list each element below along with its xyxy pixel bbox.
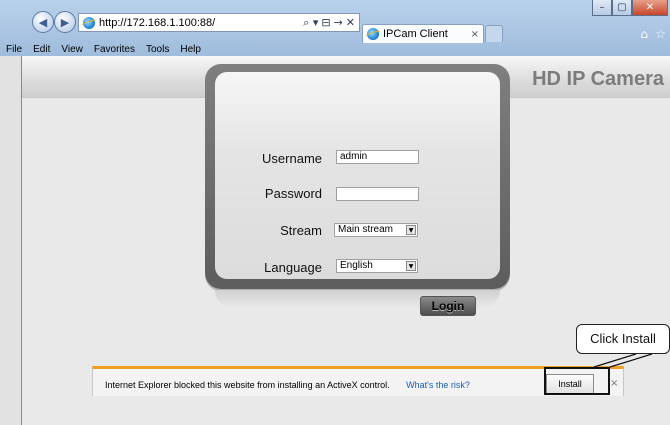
ie-tab-icon bbox=[367, 28, 379, 40]
go-icon[interactable]: → bbox=[334, 16, 343, 30]
minimize-button[interactable]: – bbox=[592, 0, 612, 16]
window-controls: – ▢ ✕ bbox=[592, 0, 668, 20]
language-label: Language bbox=[264, 260, 322, 275]
login-button[interactable]: Login bbox=[420, 296, 476, 316]
arrow-right-icon: ▶ bbox=[60, 15, 70, 29]
menu-edit[interactable]: Edit bbox=[33, 44, 50, 55]
menu-tools[interactable]: Tools bbox=[146, 44, 169, 55]
search-dropdown-icon[interactable]: ⌕ ▾ bbox=[303, 16, 318, 30]
tab-ipcam-client[interactable]: IPCam Client × bbox=[362, 24, 484, 43]
new-tab-button[interactable] bbox=[485, 25, 503, 42]
tab-title: IPCam Client bbox=[383, 28, 448, 40]
address-bar[interactable]: http://172.168.1.100:88/ ⌕ ▾ ⊟ → ✕ bbox=[78, 13, 360, 32]
left-frame-edge bbox=[0, 56, 22, 425]
menu-help[interactable]: Help bbox=[180, 44, 201, 55]
tab-close-icon[interactable]: × bbox=[471, 29, 479, 40]
username-label: Username bbox=[262, 151, 322, 166]
password-label: Password bbox=[264, 186, 322, 201]
notification-message-row: Internet Explorer blocked this website f… bbox=[105, 380, 470, 390]
page-title: HD IP Camera bbox=[532, 68, 664, 90]
close-icon[interactable]: × bbox=[610, 378, 618, 389]
language-select-value: English bbox=[340, 260, 373, 271]
forward-button[interactable]: ▶ bbox=[54, 11, 76, 33]
browser-chrome: – ▢ ✕ ◀ ▶ http://172.168.1.100:88/ ⌕ ▾ ⊟… bbox=[0, 0, 670, 56]
menu-favorites[interactable]: Favorites bbox=[94, 44, 135, 55]
address-tools: ⌕ ▾ ⊟ → ✕ bbox=[303, 16, 359, 30]
notification-message: Internet Explorer blocked this website f… bbox=[105, 380, 390, 390]
menu-view[interactable]: View bbox=[61, 44, 83, 55]
maximize-button[interactable]: ▢ bbox=[612, 0, 632, 16]
ie-page-icon bbox=[83, 16, 95, 29]
menu-bar: File Edit View Favorites Tools Help bbox=[0, 43, 670, 56]
favorites-star-icon[interactable]: ☆ bbox=[655, 27, 666, 41]
whats-the-risk-link[interactable]: What's the risk? bbox=[406, 380, 470, 390]
close-window-button[interactable]: ✕ bbox=[632, 0, 668, 16]
menu-file[interactable]: File bbox=[6, 44, 22, 55]
home-icon[interactable]: ⌂ bbox=[640, 27, 648, 41]
install-highlight-box bbox=[544, 367, 610, 395]
chevron-down-icon: ▼ bbox=[406, 225, 416, 235]
language-select[interactable]: English ▼ bbox=[336, 259, 418, 273]
stream-select-value: Main stream bbox=[338, 224, 394, 235]
login-panel bbox=[205, 64, 510, 289]
login-panel-inner bbox=[215, 72, 500, 279]
stream-select[interactable]: Main stream ▼ bbox=[334, 223, 418, 237]
stream-label: Stream bbox=[280, 223, 322, 238]
login-button-label: Login bbox=[431, 299, 465, 313]
address-url[interactable]: http://172.168.1.100:88/ bbox=[99, 17, 303, 29]
chevron-down-icon: ▼ bbox=[406, 261, 416, 271]
back-button[interactable]: ◀ bbox=[32, 11, 54, 33]
compat-view-icon[interactable]: ⊟ bbox=[321, 16, 330, 30]
arrow-left-icon: ◀ bbox=[38, 15, 48, 29]
password-input[interactable] bbox=[336, 187, 419, 201]
click-install-callout: Click Install bbox=[576, 324, 670, 354]
username-input[interactable]: admin bbox=[336, 150, 419, 164]
stop-icon[interactable]: ✕ bbox=[346, 16, 355, 30]
